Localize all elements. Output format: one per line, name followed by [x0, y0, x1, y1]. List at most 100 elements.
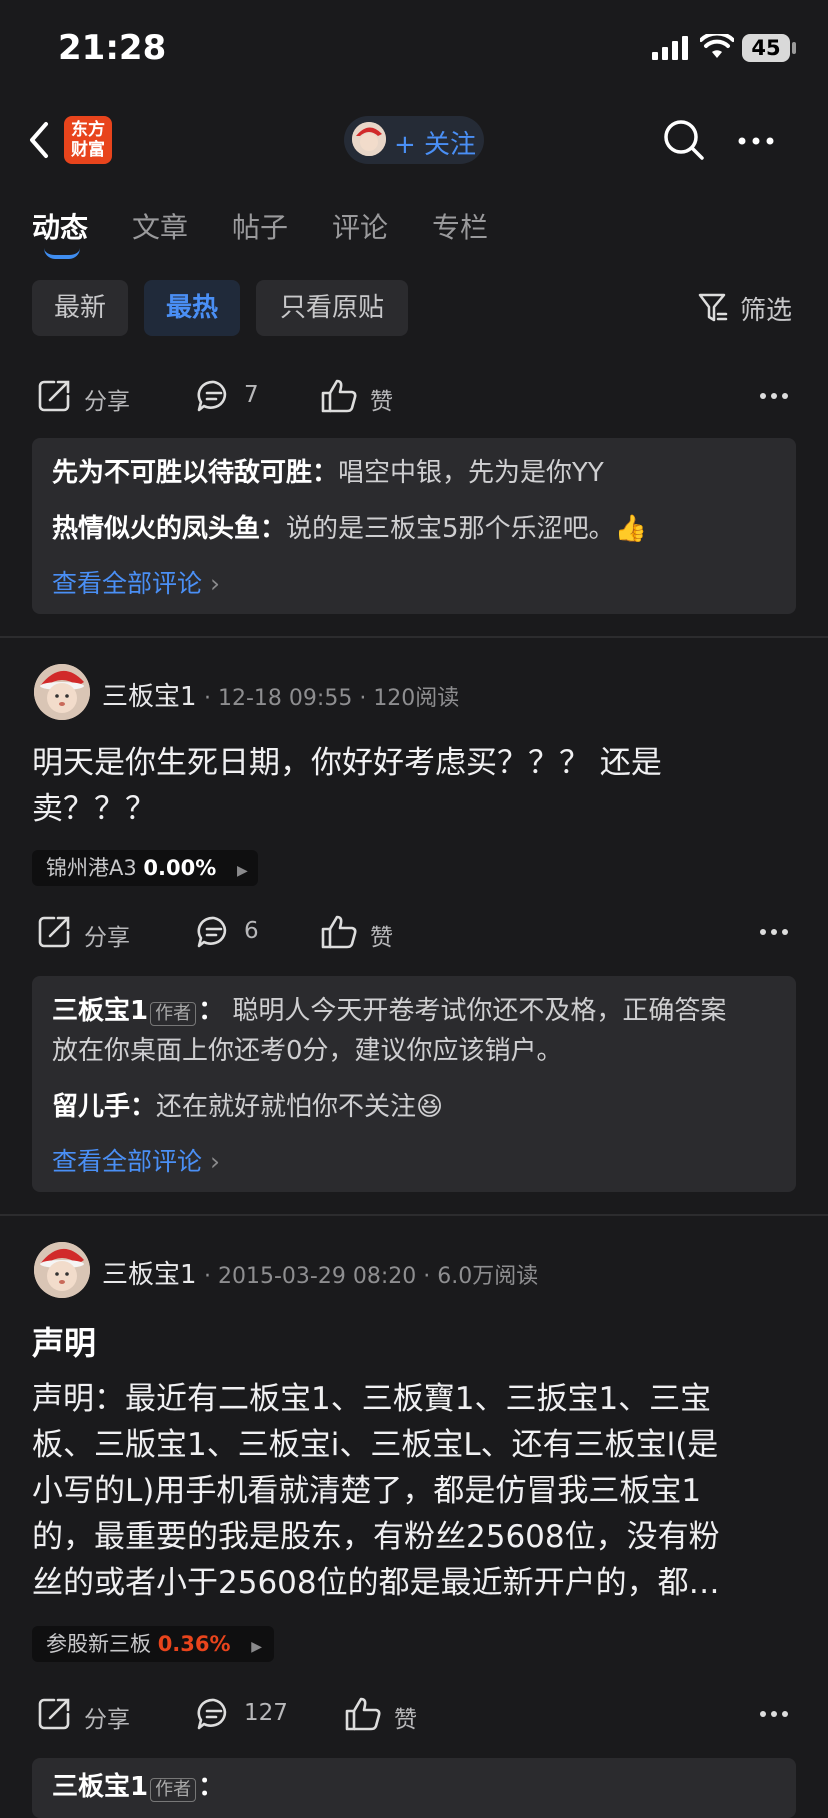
comment-author[interactable]: 三板宝1	[52, 1772, 148, 1802]
author-name[interactable]: 三板宝1	[102, 676, 197, 713]
chevron-right-icon: ›	[202, 1147, 220, 1176]
share-icon[interactable]	[36, 1696, 72, 1732]
comment-author[interactable]: 留儿手	[52, 1092, 130, 1122]
comment-colon: ：	[130, 1092, 157, 1122]
stock-tag[interactable]: 参股新三板 0.36% ▶	[32, 1626, 274, 1662]
comment-line: 三板宝1 作者：	[52, 1768, 224, 1806]
comment-icon[interactable]	[196, 1696, 232, 1732]
share-label[interactable]: 分享	[84, 1700, 130, 1734]
post-title[interactable]: 声明	[32, 1318, 96, 1364]
comment-text: 还在就好就怕你不关注😆	[156, 1092, 444, 1122]
stock-change: 0.00%	[143, 856, 217, 880]
read-count: 120阅读	[373, 686, 460, 711]
share-icon[interactable]	[36, 378, 72, 414]
post-more-icon[interactable]	[758, 386, 790, 406]
comment-text: 唱空中银，先为是你YY	[338, 458, 604, 488]
logo-text-line2: 财富	[71, 140, 105, 160]
avatar[interactable]	[34, 1242, 90, 1298]
tab-columns[interactable]: 专栏	[432, 206, 488, 246]
stock-name: 锦州港A3	[46, 856, 137, 880]
divider	[0, 636, 828, 638]
play-icon: ▶	[251, 1639, 263, 1655]
chip-hottest[interactable]: 最热	[144, 280, 240, 336]
chip-latest[interactable]: 最新	[32, 280, 128, 336]
chip-original-only[interactable]: 只看原贴	[256, 280, 408, 336]
post-text-line[interactable]: 小写的L)用手机看就清楚了，都是仿冒我三板宝1	[32, 1468, 701, 1514]
post-date: 2015-03-29 08:20	[218, 1264, 417, 1289]
divider	[0, 1214, 828, 1216]
post-text-line[interactable]: 板、三版宝1、三板宝i、三板宝L、还有三板宝l(是	[32, 1422, 718, 1468]
share-icon[interactable]	[36, 914, 72, 950]
comment-count[interactable]: 127	[244, 1700, 288, 1726]
comment-text-continued: 放在你桌面上你还考0分，建议你应该销户。	[52, 1036, 563, 1066]
filter-label[interactable]: 筛选	[740, 290, 792, 327]
post-meta: · 12-18 09:55 · 120阅读	[204, 680, 459, 712]
stock-tag[interactable]: 锦州港A3 0.00% ▶	[32, 850, 258, 886]
comment-author[interactable]: 热情似火的凤头鱼	[52, 514, 260, 544]
battery-nub	[792, 42, 796, 54]
author-name[interactable]: 三板宝1	[102, 1254, 197, 1291]
post-meta: · 2015-03-29 08:20 · 6.0万阅读	[204, 1258, 538, 1290]
share-label[interactable]: 分享	[84, 918, 130, 952]
app-logo[interactable]: 东方 财富	[64, 116, 112, 164]
comment-colon: ：	[260, 514, 287, 544]
comment-icon[interactable]	[196, 914, 232, 950]
comment-line: 三板宝1 作者： 聪明人今天开卷考试你还不及格，正确答案	[52, 992, 782, 1030]
meta-dot: ·	[416, 1264, 438, 1289]
author-badge: 作者	[150, 1002, 197, 1026]
stock-name: 参股新三板	[46, 1632, 151, 1656]
status-time: 21:28	[58, 28, 167, 68]
search-icon[interactable]	[662, 118, 706, 162]
comment-line: 先为不可胜以待敌可胜：唱空中银，先为是你YY	[52, 454, 604, 492]
comment-count[interactable]: 6	[244, 918, 259, 944]
back-icon[interactable]	[24, 120, 54, 160]
comment-text: 说的是三板宝5那个乐涩吧。👍	[286, 514, 647, 544]
comment-text: 聪明人今天开卷考试你还不及格，正确答案	[232, 996, 727, 1026]
meta-dot: ·	[204, 1264, 218, 1289]
stock-change: 0.36%	[157, 1632, 231, 1656]
meta-dot: ·	[352, 686, 374, 711]
see-all-comments-link[interactable]: 查看全部评论 ›	[52, 1142, 220, 1178]
tab-comments[interactable]: 评论	[332, 206, 388, 246]
chevron-right-icon: ›	[202, 569, 220, 598]
avatar[interactable]	[34, 664, 90, 720]
like-icon[interactable]	[344, 1696, 382, 1732]
like-label[interactable]: 赞	[394, 1700, 417, 1734]
tab-posts[interactable]: 帖子	[232, 206, 288, 246]
post-text-line[interactable]: 卖？？？	[32, 786, 156, 832]
tab-active-indicator	[44, 248, 80, 259]
see-all-comments-link[interactable]: 查看全部评论 ›	[52, 564, 220, 600]
see-all-label: 查看全部评论	[52, 1147, 203, 1176]
comment-icon[interactable]	[196, 378, 232, 414]
post-more-icon[interactable]	[758, 1704, 790, 1724]
comment-colon: ：	[312, 458, 339, 488]
comment-author[interactable]: 先为不可胜以待敌可胜	[52, 458, 312, 488]
filter-icon[interactable]	[698, 292, 728, 324]
meta-dot: ·	[204, 686, 218, 711]
tab-dynamic[interactable]: 动态	[32, 206, 88, 246]
comment-line: 留儿手：还在就好就怕你不关注😆	[52, 1088, 443, 1126]
comment-author[interactable]: 三板宝1	[52, 996, 148, 1026]
more-icon[interactable]	[734, 126, 778, 156]
like-icon[interactable]	[320, 378, 358, 414]
follow-avatar	[352, 122, 386, 156]
author-badge: 作者	[150, 1778, 197, 1802]
comment-count[interactable]: 7	[244, 382, 259, 408]
post-text-line[interactable]: 明天是你生死日期，你好好考虑买？？？ 还是	[32, 740, 662, 786]
tab-articles[interactable]: 文章	[132, 206, 188, 246]
post-more-icon[interactable]	[758, 922, 790, 942]
share-label[interactable]: 分享	[84, 382, 130, 416]
play-icon: ▶	[236, 863, 248, 879]
like-icon[interactable]	[320, 914, 358, 950]
battery-indicator: 45	[742, 34, 790, 62]
wifi-icon	[700, 34, 734, 58]
comment-colon: ：	[198, 996, 225, 1026]
post-text-line[interactable]: 声明：最近有二板宝1、三板寶1、三扳宝1、三宝	[32, 1376, 711, 1422]
logo-text-line1: 东方	[71, 120, 105, 140]
post-text-line[interactable]: 的，最重要的我是股东，有粉丝25608位，没有粉	[32, 1514, 720, 1560]
like-label[interactable]: 赞	[370, 382, 393, 416]
comment-line: 热情似火的凤头鱼：说的是三板宝5那个乐涩吧。👍	[52, 510, 647, 548]
like-label[interactable]: 赞	[370, 918, 393, 952]
post-text-line[interactable]: 丝的或者小于25608位的都是最近新开户的，都…	[32, 1560, 720, 1606]
follow-label[interactable]: + 关注	[394, 124, 476, 161]
